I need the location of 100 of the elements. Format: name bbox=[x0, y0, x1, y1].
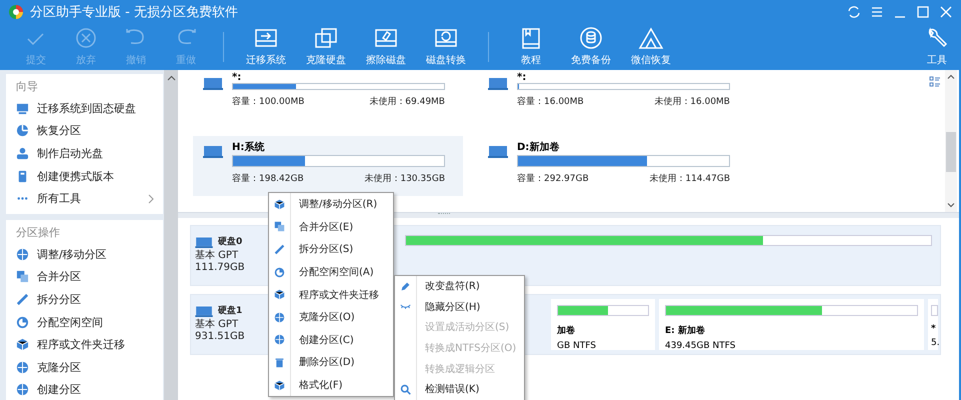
partition-name: *: bbox=[232, 72, 242, 83]
cube-icon bbox=[274, 380, 285, 391]
disk-type: 基本 GPT bbox=[195, 318, 240, 331]
user-icon bbox=[16, 146, 29, 160]
menu-item[interactable]: 克隆分区(O) bbox=[269, 306, 393, 329]
sidebar-item[interactable]: 制作启动光盘 bbox=[16, 142, 163, 165]
capacity-text: 容量：198.42GB bbox=[232, 172, 304, 185]
menu-item[interactable]: 改变盘符(R) bbox=[395, 276, 524, 297]
free-space-text: 未使用：130.35GB bbox=[364, 172, 445, 185]
partition-card[interactable]: D:新加卷 容量：292.97GB 未使用：114.47GB bbox=[478, 136, 748, 196]
close-icon[interactable] bbox=[939, 5, 953, 19]
sidebar-item[interactable]: 程序或文件夹迁移 bbox=[16, 333, 163, 356]
scrollbar[interactable] bbox=[164, 70, 178, 400]
sidebar-item[interactable]: 所有工具 bbox=[16, 187, 163, 210]
menu-item[interactable]: 合并分区(E) bbox=[269, 216, 393, 238]
partition-name: D:新加卷 bbox=[517, 140, 560, 155]
partition-name: * bbox=[931, 324, 937, 334]
tools-button[interactable]: 工具 bbox=[917, 27, 957, 67]
partition-card[interactable]: H:系统 容量：198.42GB 未使用：130.35GB bbox=[193, 136, 463, 196]
globe-icon bbox=[16, 383, 29, 396]
capacity-text: 容量：100.00MB bbox=[232, 96, 304, 108]
disk-name: 硬盘1 bbox=[218, 304, 242, 316]
sidebar-item[interactable]: 创建便携式版本 bbox=[16, 164, 163, 188]
cube-icon bbox=[274, 289, 285, 300]
partition-info: 439.45GB NTFS bbox=[665, 341, 736, 351]
usage-bar bbox=[931, 305, 938, 316]
drive-sync-icon bbox=[433, 27, 459, 50]
search-icon bbox=[400, 384, 411, 395]
scrollbar[interactable] bbox=[945, 70, 957, 212]
menu-item[interactable]: 拆分分区(S) bbox=[269, 238, 393, 261]
drive-arrow-button[interactable]: 迁移系统 bbox=[236, 27, 296, 67]
cube-icon bbox=[16, 338, 29, 352]
refresh-icon[interactable] bbox=[847, 5, 861, 19]
partition-name: *: bbox=[517, 72, 528, 83]
drive-eraser-button[interactable]: 擦除磁盘 bbox=[356, 27, 416, 67]
sidebar-item[interactable]: 拆分分区 bbox=[16, 288, 163, 311]
ring-icon bbox=[16, 316, 29, 329]
drive-eraser-icon bbox=[373, 27, 399, 50]
sidebar-item[interactable]: 克隆分区 bbox=[16, 356, 163, 379]
capacity-text: 容量：16.00MB bbox=[517, 96, 584, 108]
book-button[interactable]: 教程 bbox=[501, 27, 561, 67]
drives-icon bbox=[313, 27, 339, 50]
menu-item[interactable]: 检测错误(K) bbox=[395, 378, 524, 400]
menu-icon[interactable] bbox=[870, 5, 884, 19]
chevron-up-icon bbox=[166, 74, 176, 83]
sidebar-item[interactable]: 恢复分区 bbox=[16, 120, 163, 142]
free-space-text: 未使用：16.00MB bbox=[654, 96, 730, 108]
partition-block[interactable]: E: 新加卷 439.45GB NTFS bbox=[659, 299, 924, 350]
usb-icon bbox=[16, 170, 29, 183]
partition-card[interactable]: *: 容量：100.00MB 未使用：69.49MB bbox=[193, 70, 463, 114]
disk-info-card[interactable]: 硬盘1 基本 GPT 931.51GB bbox=[191, 295, 269, 354]
globe-icon bbox=[274, 334, 285, 346]
capacity-text: 容量：292.97GB bbox=[517, 172, 589, 185]
disk-size: 931.51GB bbox=[195, 331, 246, 342]
scrollbar-thumb[interactable] bbox=[946, 132, 956, 172]
menu-item[interactable]: 删除分区(D) bbox=[269, 351, 393, 374]
partition-block[interactable]: 加卷 GB NTFS bbox=[551, 299, 655, 350]
menu-item[interactable]: 调整/移动分区(R) bbox=[269, 193, 393, 216]
monitor-icon bbox=[16, 102, 29, 115]
sidebar-item[interactable]: 分配空闲空间 bbox=[16, 310, 163, 334]
slash-icon bbox=[16, 292, 29, 306]
drive-sync-button[interactable]: 磁盘转换 bbox=[416, 27, 476, 67]
menu-item[interactable]: 程序或文件夹迁移 bbox=[269, 283, 393, 306]
splitter-handle[interactable] bbox=[438, 213, 450, 217]
slash-icon bbox=[274, 244, 285, 255]
view-toggle-icon[interactable] bbox=[929, 76, 941, 88]
sidebar-item[interactable]: 创建分区 bbox=[16, 378, 163, 400]
triangle-logo-button[interactable]: 微信恢复 bbox=[621, 27, 681, 67]
partition-name: H:系统 bbox=[232, 140, 266, 155]
ring-icon bbox=[274, 266, 285, 278]
pie-icon bbox=[16, 124, 29, 138]
free-space-text: 未使用：69.49MB bbox=[369, 96, 445, 108]
partition-block[interactable]: * 5. bbox=[928, 299, 938, 350]
cube-icon bbox=[274, 198, 285, 210]
trash-icon bbox=[274, 356, 285, 368]
partition-info: GB NTFS bbox=[557, 341, 597, 351]
database-icon bbox=[578, 27, 604, 50]
disk-info-card[interactable]: 硬盘0 基本 GPT 111.79GB bbox=[191, 226, 269, 285]
maximize-icon[interactable] bbox=[916, 5, 930, 19]
disk-type: 基本 GPT bbox=[195, 248, 240, 262]
drives-button[interactable]: 克隆硬盘 bbox=[296, 27, 356, 67]
globe-icon bbox=[16, 360, 29, 374]
chevron-down-icon bbox=[947, 201, 955, 209]
free-space-text: 未使用：114.47GB bbox=[649, 172, 730, 185]
partition-card[interactable]: *: 容量：16.00MB 未使用：16.00MB bbox=[478, 70, 748, 114]
partition-info: 5. bbox=[931, 338, 938, 348]
sidebar-item[interactable]: 调整/移动分区 bbox=[16, 242, 163, 266]
menu-item[interactable]: 分配空闲空间(A) bbox=[269, 260, 393, 284]
partition-name: 加卷 bbox=[557, 324, 576, 337]
disk-name: 硬盘0 bbox=[218, 236, 242, 248]
disk-size: 111.79GB bbox=[195, 262, 246, 273]
sidebar-item[interactable]: 合并分区 bbox=[16, 266, 163, 288]
sidebar-item[interactable]: 迁移系统到固态硬盘 bbox=[16, 97, 163, 120]
globe-icon bbox=[16, 248, 29, 261]
menu-item[interactable]: 隐藏分区(H) bbox=[395, 296, 524, 318]
database-button[interactable]: 免费备份 bbox=[561, 27, 621, 67]
menu-item[interactable]: 格式化(F) bbox=[269, 374, 393, 396]
menu-item[interactable]: 创建分区(C) bbox=[269, 328, 393, 352]
triangle-logo-icon bbox=[638, 27, 664, 50]
section-title: 分区操作 bbox=[16, 224, 61, 241]
